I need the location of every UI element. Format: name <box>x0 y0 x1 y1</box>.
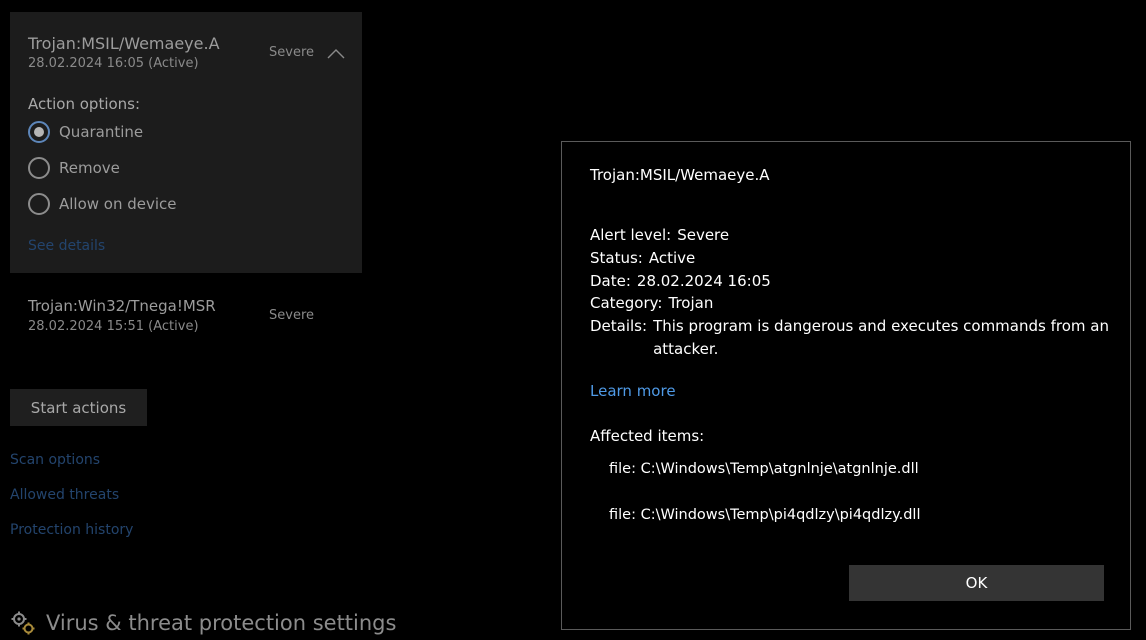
detail-key: Date: <box>590 271 631 290</box>
allowed-threats-link[interactable]: Allowed threats <box>10 487 119 503</box>
radio-allow-on-device[interactable]: Allow on device <box>28 193 177 215</box>
detail-alert-level: Alert level: Severe <box>590 224 1110 247</box>
affected-items-label: Affected items: <box>590 427 705 445</box>
detail-key: Category: <box>590 294 663 313</box>
action-options-label: Action options: <box>28 95 141 113</box>
threat-list-panel: Trojan:MSIL/Wemaeye.A 28.02.2024 16:05 (… <box>0 0 540 640</box>
learn-more-link[interactable]: Learn more <box>590 382 676 400</box>
detail-key: Status: <box>590 248 643 267</box>
detail-value: This program is dangerous and executes c… <box>653 317 1109 358</box>
start-actions-button[interactable]: Start actions <box>10 389 147 426</box>
detail-key: Details: <box>590 317 648 336</box>
settings-heading: Virus & threat protection settings <box>10 610 396 636</box>
detail-status: Status: Active <box>590 247 1110 270</box>
dialog-title: Trojan:MSIL/Wemaeye.A <box>590 166 770 184</box>
threat-name: Trojan:MSIL/Wemaeye.A <box>28 34 220 53</box>
scan-options-link[interactable]: Scan options <box>10 452 100 468</box>
settings-title: Virus & threat protection settings <box>46 611 397 635</box>
protection-history-link[interactable]: Protection history <box>10 522 133 538</box>
affected-file: file: C:\Windows\Temp\pi4qdlzy\pi4qdlzy.… <box>609 507 921 523</box>
see-details-link[interactable]: See details <box>28 238 105 254</box>
threat-details-list: Alert level: Severe Status: Active Date:… <box>590 224 1110 361</box>
threat-card-expanded[interactable]: Trojan:MSIL/Wemaeye.A 28.02.2024 16:05 (… <box>10 12 362 273</box>
detail-value: Trojan <box>668 294 714 313</box>
affected-file: file: C:\Windows\Temp\atgnlnje\atgnlnje.… <box>609 461 919 477</box>
radio-button[interactable] <box>28 193 50 215</box>
gears-icon <box>11 611 35 635</box>
radio-quarantine[interactable]: Quarantine <box>28 121 143 143</box>
threat-severity: Severe <box>269 308 314 323</box>
radio-label: Quarantine <box>59 123 144 141</box>
threat-details-dialog: Trojan:MSIL/Wemaeye.A Alert level: Sever… <box>561 141 1131 630</box>
radio-button-selected[interactable] <box>28 121 50 143</box>
threat-date: 28.02.2024 15:51 (Active) <box>28 319 199 334</box>
ok-button[interactable]: OK <box>849 565 1104 601</box>
threat-name[interactable]: Trojan:Win32/Tnega!MSR <box>28 297 216 315</box>
radio-remove[interactable]: Remove <box>28 157 120 179</box>
threat-date: 28.02.2024 16:05 (Active) <box>28 56 199 71</box>
detail-description: Details: This program is dangerous and e… <box>590 315 1110 361</box>
detail-date: Date: 28.02.2024 16:05 <box>590 270 1110 293</box>
detail-value: Severe <box>677 226 730 244</box>
threat-severity: Severe <box>269 45 314 60</box>
detail-value: 28.02.2024 16:05 <box>636 271 771 290</box>
detail-value: Active <box>648 248 696 267</box>
radio-label: Remove <box>59 159 120 177</box>
chevron-up-icon[interactable] <box>327 49 345 59</box>
detail-key: Alert level: <box>590 226 672 244</box>
radio-label: Allow on device <box>59 195 177 213</box>
radio-button[interactable] <box>28 157 50 179</box>
detail-category: Category: Trojan <box>590 292 1110 315</box>
